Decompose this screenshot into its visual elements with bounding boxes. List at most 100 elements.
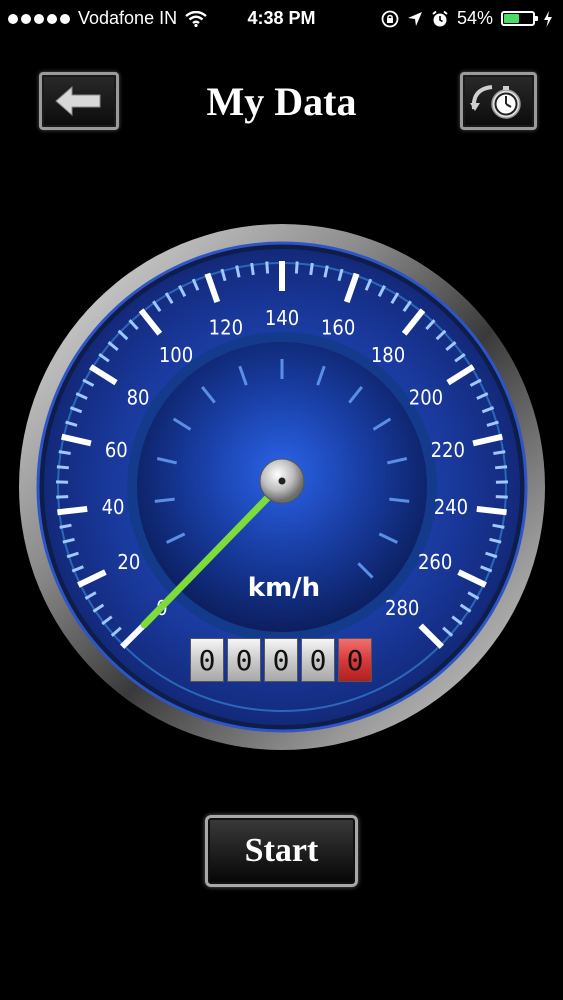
major-tick <box>120 623 146 649</box>
minor-tick <box>69 406 83 414</box>
inner-tick <box>372 417 392 431</box>
minor-tick <box>323 265 329 278</box>
minor-tick <box>435 329 447 341</box>
inner-tick <box>172 417 192 431</box>
major-tick <box>401 308 426 336</box>
minor-tick <box>191 278 200 291</box>
tick-label: 180 <box>371 343 405 367</box>
minor-tick <box>459 603 472 613</box>
minor-tick <box>445 341 457 352</box>
inner-tick <box>166 532 186 544</box>
minor-tick <box>485 551 498 559</box>
minor-tick <box>75 392 88 400</box>
tick-label: 80 <box>127 386 150 410</box>
status-bar: Vodafone IN 4:38 PM 54% <box>0 0 563 40</box>
inner-tick <box>201 385 216 404</box>
minor-tick <box>128 319 139 331</box>
minor-tick <box>110 626 122 637</box>
minor-tick <box>65 420 78 427</box>
major-tick <box>57 505 88 516</box>
gauge-inner-ticks <box>154 359 410 579</box>
needle-cap <box>259 458 305 504</box>
minor-tick <box>98 352 110 363</box>
inner-tick <box>156 457 178 465</box>
minor-tick <box>377 284 386 298</box>
minor-tick <box>489 537 502 544</box>
odometer: 0 0 0 0 0 <box>190 638 372 682</box>
minor-tick <box>59 523 72 529</box>
tick-label: 160 <box>321 316 355 340</box>
tick-label: 220 <box>431 438 465 462</box>
battery-percent: 54% <box>456 8 493 28</box>
inner-tick <box>389 497 410 503</box>
major-tick <box>77 569 107 588</box>
header: My Data <box>0 60 563 150</box>
inner-tick <box>154 497 175 503</box>
minor-tick <box>451 615 463 626</box>
inner-tick <box>348 385 363 404</box>
tick-label: 60 <box>105 438 128 462</box>
minor-tick <box>454 352 466 363</box>
odometer-digit: 0 <box>190 638 224 682</box>
tick-label: 280 <box>385 596 419 620</box>
minor-tick <box>117 329 129 341</box>
minor-tick <box>220 268 227 282</box>
odometer-digit: 0 <box>301 638 335 682</box>
speed-unit: km/h <box>248 573 320 603</box>
minor-tick <box>66 551 79 559</box>
minor-tick <box>364 278 373 291</box>
odometer-digit-tenths: 0 <box>338 638 372 682</box>
tick-label: 260 <box>418 550 452 574</box>
minor-tick <box>442 626 454 637</box>
minor-tick <box>62 537 75 544</box>
minor-tick <box>469 378 482 387</box>
minor-tick <box>92 603 105 613</box>
minor-tick <box>164 292 174 305</box>
minor-tick <box>480 565 493 573</box>
minor-tick <box>294 261 299 274</box>
odometer-digit: 0 <box>264 638 298 682</box>
major-tick <box>60 433 92 447</box>
charging-bolt-icon <box>544 10 552 27</box>
start-button[interactable]: Start <box>205 815 358 887</box>
minor-tick <box>493 450 506 456</box>
minor-tick <box>265 261 270 274</box>
minor-tick <box>492 523 505 529</box>
inner-tick <box>386 457 408 465</box>
history-button[interactable] <box>460 72 537 130</box>
odometer-digit: 0 <box>227 638 261 682</box>
tick-label: 0 <box>156 596 167 620</box>
minor-tick <box>467 591 480 600</box>
minor-tick <box>82 378 95 387</box>
minor-tick <box>84 591 97 600</box>
status-right: 54% <box>381 8 553 29</box>
minor-tick <box>476 392 489 400</box>
major-tick <box>89 364 118 386</box>
tick-label: 200 <box>409 386 443 410</box>
tick-label: 20 <box>117 550 140 574</box>
major-tick <box>457 569 487 588</box>
inner-tick <box>357 562 374 579</box>
minor-tick <box>390 292 400 305</box>
tick-label: 240 <box>434 495 468 519</box>
minor-tick <box>58 450 71 456</box>
needle-cap-dot <box>278 477 286 485</box>
minor-tick <box>71 565 84 573</box>
minor-tick <box>101 615 113 626</box>
major-tick <box>472 433 504 447</box>
rotation-lock-icon <box>381 10 399 27</box>
minor-tick <box>56 495 69 499</box>
minor-tick <box>337 268 344 282</box>
minor-tick <box>481 406 495 414</box>
minor-tick <box>56 465 69 470</box>
tick-label: 100 <box>159 343 193 367</box>
minor-tick <box>495 465 508 470</box>
minor-tick <box>309 262 314 276</box>
inner-tick <box>378 532 398 544</box>
gauge-needle <box>140 479 286 629</box>
minor-tick <box>402 300 412 312</box>
major-tick <box>138 308 163 336</box>
major-tick <box>446 364 475 386</box>
minor-tick <box>425 319 436 331</box>
minor-tick <box>152 300 162 312</box>
